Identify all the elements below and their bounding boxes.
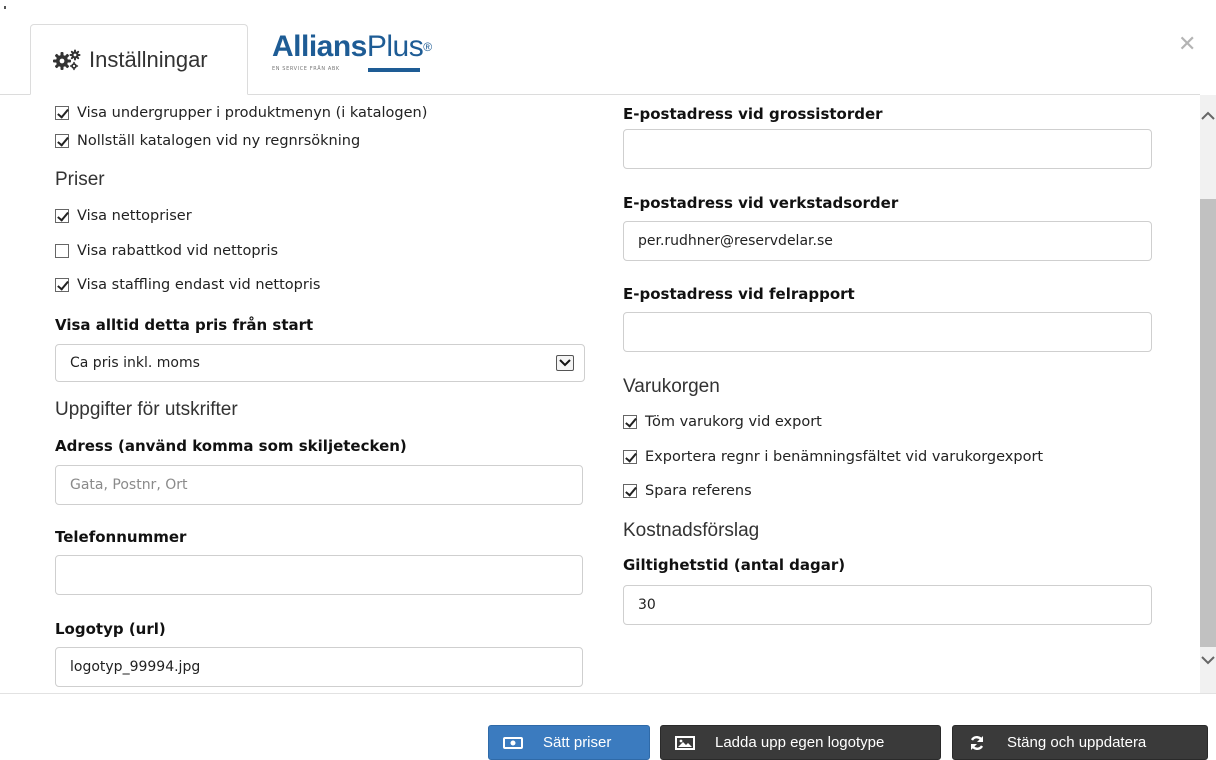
chevron-down-icon[interactable] <box>1200 653 1216 667</box>
tab-alliansplus[interactable]: AlliansPlus® EN SERVICE FRÅN ABK <box>272 30 432 80</box>
start-price-value: Ca pris inkl. moms <box>70 355 200 371</box>
upload-logo-button[interactable]: Ladda upp egen logotype <box>660 725 941 760</box>
email-wholesale-input[interactable] <box>623 129 1152 169</box>
alliansplus-logo: AlliansPlus® EN SERVICE FRÅN ABK <box>272 30 432 72</box>
refresh-icon <box>970 735 984 750</box>
chevron-down-icon[interactable] <box>556 355 574 371</box>
check-empty-cart[interactable]: Töm varukorg vid export <box>623 412 822 432</box>
check-discount-code[interactable]: Visa rabattkod vid nettopris <box>55 241 278 261</box>
email-error-label: E-postadress vid felrapport <box>623 285 855 303</box>
image-icon <box>675 735 695 750</box>
check-export-regnr[interactable]: Exportera regnr i benämningsfältet vid v… <box>623 447 1043 467</box>
tab-settings[interactable]: Inställningar <box>30 24 248 95</box>
check-staffling[interactable]: Visa staffling endast vid nettopris <box>55 275 320 295</box>
start-price-label: Visa alltid detta pris från start <box>55 316 314 334</box>
checkbox[interactable] <box>623 450 637 464</box>
section-heading-print: Uppgifter för utskrifter <box>55 399 238 420</box>
email-error-input[interactable] <box>623 312 1152 352</box>
close-and-update-button[interactable]: Stäng och uppdatera <box>952 725 1208 760</box>
logo-url-label: Logotyp (url) <box>55 620 166 638</box>
validity-label: Giltighetstid (antal dagar) <box>623 556 846 574</box>
validity-input[interactable] <box>623 585 1152 625</box>
set-prices-button[interactable]: Sätt priser <box>488 725 650 760</box>
phone-input[interactable] <box>55 555 583 595</box>
checkbox[interactable] <box>55 106 69 120</box>
address-input[interactable] <box>55 465 583 505</box>
gears-icon <box>53 49 81 70</box>
check-net-prices[interactable]: Visa nettopriser <box>55 206 192 226</box>
checkbox[interactable] <box>55 244 69 258</box>
section-heading-varukorgen: Varukorgen <box>623 376 720 397</box>
address-label: Adress (använd komma som skiljetecken) <box>55 437 407 455</box>
set-prices-label: Sätt priser <box>543 734 612 751</box>
scrollbar[interactable] <box>1200 95 1216 693</box>
section-heading-estimate: Kostnadsförslag <box>623 520 760 541</box>
email-wholesale-label: E-postadress vid grossistorder <box>623 105 883 123</box>
checkbox[interactable] <box>623 415 637 429</box>
phone-label: Telefonnummer <box>55 528 187 546</box>
footer-divider <box>0 693 1216 694</box>
close-and-update-label: Stäng och uppdatera <box>1007 734 1147 751</box>
chevron-up-icon[interactable] <box>1200 109 1216 123</box>
email-workshop-input[interactable] <box>623 221 1152 261</box>
tab-settings-label: Inställningar <box>89 46 208 72</box>
scrollbar-thumb[interactable] <box>1200 199 1216 647</box>
section-heading-priser: Priser <box>55 169 105 190</box>
logo-url-input[interactable] <box>55 647 583 687</box>
money-icon <box>503 736 523 749</box>
check-save-reference[interactable]: Spara referens <box>623 481 752 501</box>
checkbox[interactable] <box>55 278 69 292</box>
checkbox[interactable] <box>55 134 69 148</box>
checkbox[interactable] <box>623 484 637 498</box>
check-reset-catalog[interactable]: Nollställ katalogen vid ny regnrsökning <box>55 131 360 151</box>
close-icon[interactable]: ✕ <box>1178 34 1196 56</box>
check-show-subgroups[interactable]: Visa undergrupper i produktmenyn (i kata… <box>55 103 427 123</box>
upload-logo-label: Ladda upp egen logotype <box>715 734 885 751</box>
start-price-select[interactable]: Ca pris inkl. moms <box>55 344 585 382</box>
tab-bar: Inställningar AlliansPlus® EN SERVICE FR… <box>0 0 1216 95</box>
checkbox[interactable] <box>55 209 69 223</box>
email-workshop-label: E-postadress vid verkstadsorder <box>623 194 899 212</box>
